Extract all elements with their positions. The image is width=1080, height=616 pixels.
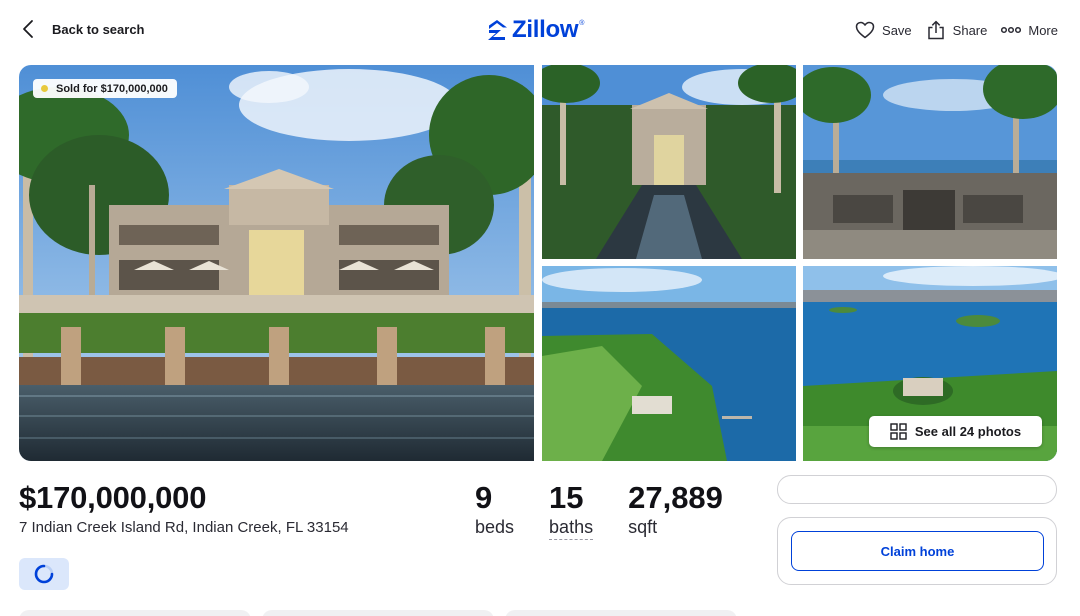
sold-status-badge: Sold for $170,000,000	[33, 79, 177, 98]
sold-status-text: Sold for $170,000,000	[56, 82, 168, 95]
sqft-fact: 27,889 sqft	[628, 480, 723, 540]
detail-tab-placeholder	[19, 610, 251, 616]
heart-icon	[855, 21, 875, 39]
see-all-photos-label: See all 24 photos	[914, 424, 1022, 439]
see-all-photos-button[interactable]: See all 24 photos	[869, 416, 1042, 447]
detail-tab-placeholder	[505, 610, 737, 616]
home-facts: 9 beds 15 baths 27,889 sqft	[475, 480, 758, 540]
photo-gallery: Sold for $170,000,000 See all 24 photos	[19, 65, 1057, 461]
sold-status-dot	[41, 85, 48, 92]
more-label: More	[1028, 22, 1058, 38]
baths-fact[interactable]: 15 baths	[549, 480, 594, 540]
header-actions: Save Share More	[855, 18, 1058, 42]
listing-address: 7 Indian Creek Island Rd, Indian Creek, …	[19, 519, 349, 536]
main-listing-photo[interactable]: Sold for $170,000,000	[19, 65, 534, 461]
more-dots-icon	[1001, 26, 1022, 34]
zillow-logo[interactable]: Zillow ®	[486, 16, 584, 44]
claim-home-card: Claim home	[777, 517, 1057, 585]
sqft-value: 27,889	[628, 480, 723, 515]
contact-card-placeholder	[777, 475, 1057, 504]
baths-label[interactable]: baths	[549, 516, 594, 540]
beds-label: beds	[475, 517, 515, 537]
share-button[interactable]: Share	[926, 20, 988, 40]
beds-value: 9	[475, 480, 493, 515]
back-to-search-link[interactable]: Back to search	[22, 18, 145, 40]
zillow-logo-trademark: ®	[579, 20, 585, 27]
listing-photo-aerial-island[interactable]	[542, 266, 796, 461]
share-label: Share	[952, 22, 988, 38]
loading-spinner-icon	[34, 564, 54, 584]
save-label: Save	[882, 22, 912, 38]
detail-tab-placeholder	[262, 610, 494, 616]
zillow-logo-icon	[488, 20, 507, 40]
zillow-logo-text: Zillow	[512, 16, 579, 43]
chevron-left-icon	[23, 20, 33, 38]
grid-icon	[890, 423, 907, 440]
back-to-search-label: Back to search	[52, 21, 145, 37]
beds-fact: 9 beds	[475, 480, 514, 540]
save-button[interactable]: Save	[855, 21, 912, 39]
claim-home-button[interactable]: Claim home	[791, 531, 1044, 571]
listing-photo-courtyard[interactable]	[542, 65, 796, 259]
baths-value: 15	[549, 480, 584, 515]
listing-photo-terrace[interactable]	[803, 65, 1057, 259]
listing-price: $170,000,000	[19, 480, 207, 515]
loading-indicator	[19, 558, 69, 590]
share-icon	[927, 20, 944, 40]
top-header: Back to search Zillow ® Save Share More	[0, 0, 1080, 60]
listing-photo-aerial-bay[interactable]: See all 24 photos	[803, 266, 1057, 461]
sqft-label: sqft	[628, 517, 658, 537]
more-button[interactable]: More	[1001, 23, 1058, 38]
